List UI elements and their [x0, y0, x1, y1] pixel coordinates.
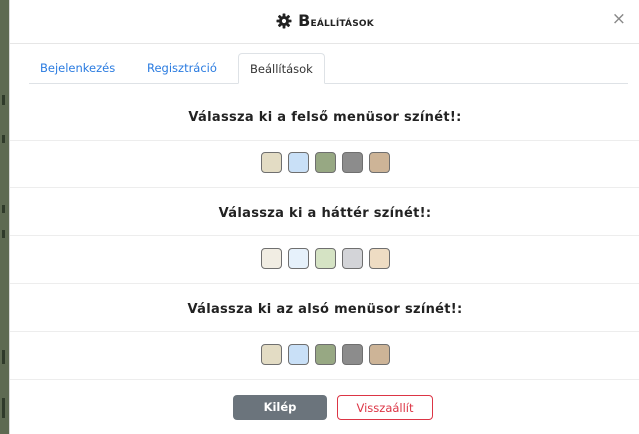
- top-menu-swatch-row: [10, 152, 639, 173]
- bottom-menu-swatch-3[interactable]: [314, 344, 336, 365]
- modal-title: Beállítások: [10, 11, 639, 33]
- background-swatch-2[interactable]: [287, 248, 309, 269]
- bottom-menu-color-label: Válassza ki az alsó menüsor színét!:: [187, 302, 463, 317]
- background-swatch-3[interactable]: [314, 248, 336, 269]
- exit-button[interactable]: Kilép: [233, 395, 327, 420]
- top-menu-swatch-5[interactable]: [368, 152, 390, 173]
- tab-login[interactable]: Bejelenkezés: [29, 53, 126, 82]
- title-rest: eállítások: [310, 14, 374, 29]
- bottom-menu-swatch-row: [10, 344, 639, 365]
- tab-bar: Bejelenkezés Regisztráció Beállítások: [29, 53, 628, 84]
- bottom-menu-swatch-5[interactable]: [368, 344, 390, 365]
- background-page-strip: [0, 0, 9, 434]
- divider: [10, 235, 639, 236]
- reset-button[interactable]: Visszaállít: [337, 395, 433, 420]
- divider: [10, 140, 639, 141]
- background-swatch-4[interactable]: [341, 248, 363, 269]
- background-swatch-5[interactable]: [368, 248, 390, 269]
- divider: [10, 187, 639, 188]
- tab-settings[interactable]: Beállítások: [238, 53, 325, 84]
- divider: [10, 283, 639, 284]
- bottom-menu-swatch-4[interactable]: [341, 344, 363, 365]
- top-menu-color-label: Válassza ki a felső menüsor színét!:: [188, 110, 462, 125]
- settings-modal: Beállítások × Bejelenkezés Regisztráció …: [9, 0, 639, 434]
- top-menu-swatch-2[interactable]: [287, 152, 309, 173]
- background-swatch-1[interactable]: [260, 248, 282, 269]
- close-icon[interactable]: ×: [612, 11, 626, 28]
- background-color-label: Válassza ki a háttér színét!:: [218, 206, 432, 221]
- gear-icon: [276, 13, 292, 33]
- top-menu-swatch-3[interactable]: [314, 152, 336, 173]
- background-swatch-row: [10, 248, 639, 269]
- tab-registration[interactable]: Regisztráció: [136, 53, 228, 82]
- top-menu-swatch-4[interactable]: [341, 152, 363, 173]
- divider: [10, 331, 639, 332]
- bottom-menu-swatch-2[interactable]: [287, 344, 309, 365]
- title-first-letter: B: [298, 11, 311, 30]
- divider: [10, 379, 639, 380]
- modal-header: Beállítások ×: [10, 0, 639, 44]
- bottom-menu-swatch-1[interactable]: [260, 344, 282, 365]
- top-menu-swatch-1[interactable]: [260, 152, 282, 173]
